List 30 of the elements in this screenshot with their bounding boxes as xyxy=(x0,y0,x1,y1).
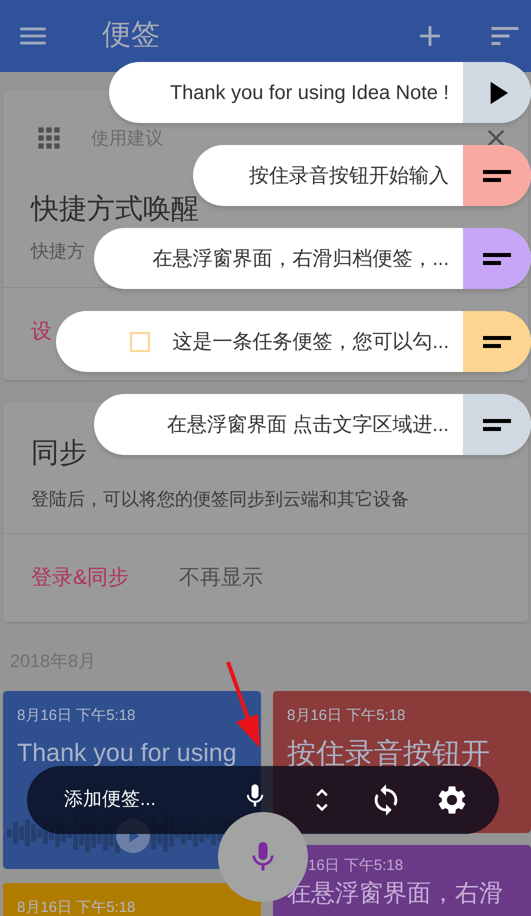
note-date: 8月16日 下午5:18 xyxy=(17,706,136,726)
floating-note-menu[interactable]: 在悬浮窗界面 点击文字区域进... xyxy=(94,394,531,455)
floating-note-text: 在悬浮窗界面，右滑归档便签，... xyxy=(152,246,449,272)
add-note-prompt[interactable]: 添加便签... xyxy=(64,786,156,814)
floating-note-text: Thank you for using Idea Note ! xyxy=(170,80,449,106)
card-title: 同步 xyxy=(30,436,88,470)
floating-note-menu[interactable]: 这是一条任务便签，您可以勾... xyxy=(56,311,531,372)
floating-note-text: 按住录音按钮开始输入 xyxy=(249,164,449,188)
checkbox[interactable] xyxy=(130,332,150,352)
floating-note-handle[interactable] xyxy=(463,228,531,289)
floating-note-text: 这是一条任务便签，您可以勾... xyxy=(172,330,449,354)
floating-note-text: 在悬浮窗界面 点击文字区域进... xyxy=(166,412,449,438)
note-date: 8月16日 下午5:18 xyxy=(17,898,136,916)
floating-note-handle[interactable] xyxy=(463,145,531,206)
lines-icon xyxy=(483,418,511,430)
app-title: 便签 xyxy=(102,18,160,54)
note-date: 8月16日 下午5:18 xyxy=(287,706,406,726)
floating-note-menu[interactable]: 在悬浮窗界面，右滑归档便签，... xyxy=(94,228,531,289)
card-description: 快捷方 xyxy=(30,240,86,263)
lines-icon xyxy=(483,336,511,348)
floating-note-menu[interactable]: Thank you for using Idea Note ! xyxy=(109,62,531,123)
lines-icon xyxy=(483,252,511,264)
lines-icon xyxy=(483,170,511,182)
card-description: 登陆后，可以将您的便签同步到云端和其它设备 xyxy=(30,488,410,511)
floating-note-handle[interactable] xyxy=(463,394,531,455)
floating-note-handle[interactable] xyxy=(463,311,531,372)
note-date: 16日 下午5:18 xyxy=(308,856,404,876)
note-text: Thank you for using xyxy=(17,738,237,768)
floating-note-handle[interactable] xyxy=(463,62,531,123)
note-text: 按住录音按钮开 xyxy=(287,736,490,772)
